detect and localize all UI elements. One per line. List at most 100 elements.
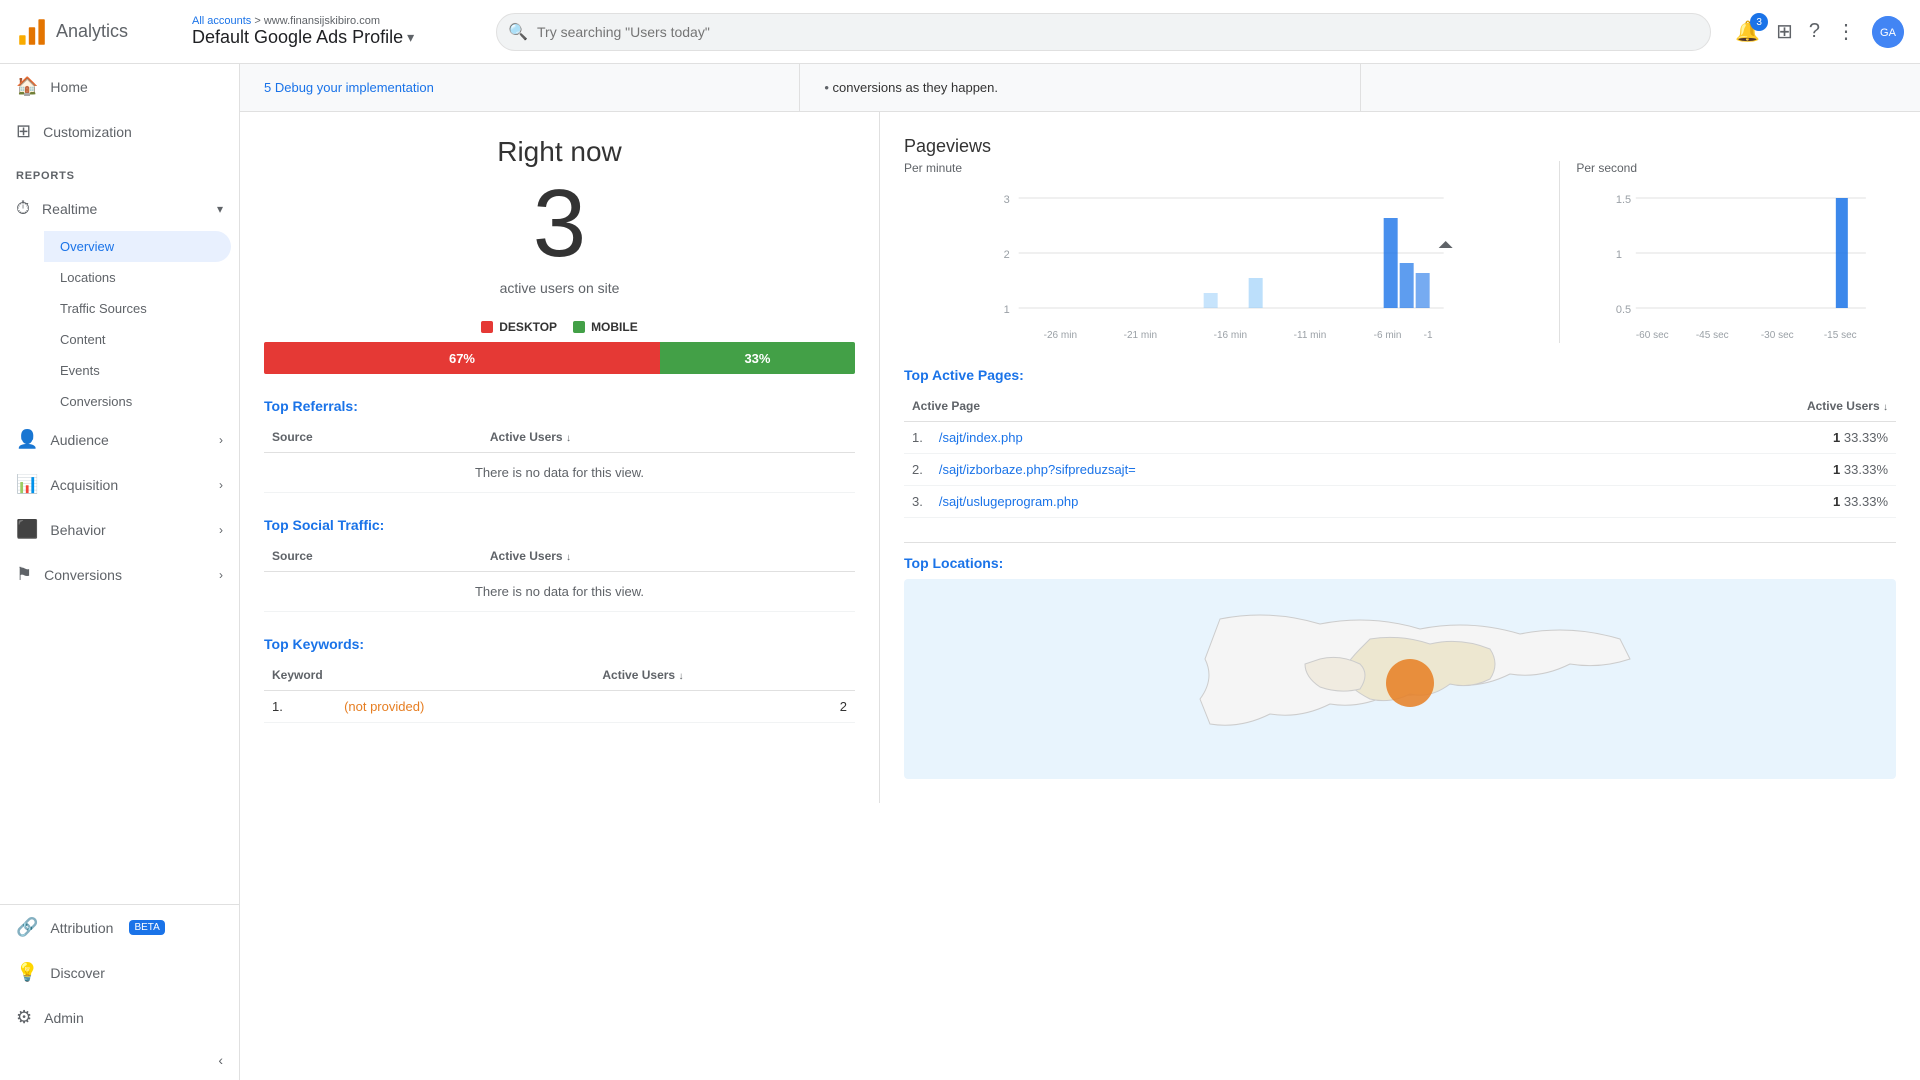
- social-source-col: Source: [264, 541, 482, 572]
- logo-text: Analytics: [56, 21, 128, 42]
- customization-icon: ⊞: [16, 121, 31, 142]
- sidebar-home-label: Home: [50, 79, 87, 95]
- sidebar-item-discover[interactable]: 💡 Discover: [0, 950, 239, 995]
- logo-area: Analytics: [16, 16, 176, 48]
- table-row: There is no data for this view.: [264, 453, 855, 493]
- admin-icon: ⚙: [16, 1007, 32, 1028]
- svg-text:1: 1: [1004, 304, 1010, 316]
- topnav-actions: 🔔 3 ⊞ ? ⋮ GA: [1735, 16, 1904, 48]
- sidebar-item-traffic-sources[interactable]: Traffic Sources: [44, 293, 239, 324]
- audience-icon: 👤: [16, 429, 38, 450]
- top-referrals-title: Top Referrals:: [264, 398, 855, 414]
- sidebar-item-home[interactable]: 🏠 Home: [0, 64, 239, 109]
- per-minute-chart-svg: 3 2 1: [904, 183, 1543, 343]
- setup-step: 5: [264, 80, 275, 95]
- page-link[interactable]: /sajt/izborbaze.php?sifpreduzsajt=: [939, 462, 1136, 477]
- breadcrumb-area: All accounts > www.finansijskibiro.com D…: [192, 15, 472, 48]
- active-users-col: Active Users ↓: [1594, 391, 1896, 422]
- active-label: active users on site: [264, 280, 855, 296]
- conversions-icon: ⚑: [16, 564, 32, 585]
- sidebar-item-customization[interactable]: ⊞ Customization: [0, 109, 239, 154]
- svg-text:-6 min: -6 min: [1374, 330, 1402, 341]
- main-content: 5 Debug your implementation • conversion…: [240, 64, 1920, 1080]
- top-locations-title: Top Locations:: [904, 542, 1896, 571]
- per-minute-label: Per minute: [904, 161, 1543, 175]
- sort-arrow-icon: ↓: [566, 433, 571, 444]
- sidebar-item-acquisition[interactable]: 📊 Acquisition ›: [0, 462, 239, 507]
- sidebar-item-locations[interactable]: Locations: [44, 262, 239, 293]
- sidebar-item-admin[interactable]: ⚙ Admin: [0, 995, 239, 1040]
- sidebar-item-conversions[interactable]: Conversions: [44, 386, 239, 417]
- help-button[interactable]: ?: [1809, 20, 1820, 43]
- sidebar-attribution-label: Attribution: [50, 920, 113, 936]
- keyword-link[interactable]: (not provided): [344, 699, 424, 714]
- top-keywords-table: Keyword Active Users ↓ 1.(not provided)2: [264, 660, 855, 723]
- apps-button[interactable]: ⊞: [1776, 19, 1793, 44]
- top-locations-section: Top Locations:: [904, 542, 1896, 779]
- sidebar-audience-label: Audience: [50, 432, 108, 448]
- sidebar-item-overview[interactable]: Overview: [44, 231, 231, 262]
- analytics-logo-icon: [16, 16, 48, 48]
- keywords-users-col: Active Users ↓: [594, 660, 855, 691]
- no-data-referrals: There is no data for this view.: [264, 453, 855, 493]
- behavior-icon: ⬛: [16, 519, 38, 540]
- sidebar-acquisition-label: Acquisition: [50, 477, 118, 493]
- profile-selector[interactable]: Default Google Ads Profile ▾: [192, 27, 472, 48]
- chevron-right-icon2: ›: [219, 478, 223, 492]
- sidebar-realtime-label: Realtime: [42, 201, 97, 217]
- right-now-label: Right now: [264, 136, 855, 168]
- home-icon: 🏠: [16, 76, 38, 97]
- svg-text:GA: GA: [1880, 27, 1897, 39]
- chevron-right-icon3: ›: [219, 523, 223, 537]
- realtime-body: Right now 3 active users on site DESKTOP…: [240, 112, 1920, 803]
- table-row: 1./sajt/index.php1 33.33%: [904, 422, 1896, 454]
- sidebar-item-conversions2[interactable]: ⚑ Conversions ›: [0, 552, 239, 597]
- sidebar-item-behavior[interactable]: ⬛ Behavior ›: [0, 507, 239, 552]
- top-keywords-title: Top Keywords:: [264, 636, 855, 652]
- svg-text:-45 sec: -45 sec: [1696, 330, 1729, 341]
- table-row: 3./sajt/uslugeprogram.php1 33.33%: [904, 486, 1896, 518]
- debug-link[interactable]: Debug your implementation: [275, 80, 434, 95]
- sort-arrow-social-icon: ↓: [566, 552, 571, 563]
- topnav: Analytics All accounts > www.finansijski…: [0, 0, 1920, 64]
- setup-cards: 5 Debug your implementation • conversion…: [240, 64, 1920, 112]
- sidebar-item-realtime[interactable]: ⏱ Realtime ▾: [0, 186, 239, 231]
- main-layout: 🏠 Home ⊞ Customization REPORTS ⏱ Realtim…: [0, 64, 1920, 1080]
- table-row: 2./sajt/izborbaze.php?sifpreduzsajt=1 33…: [904, 454, 1896, 486]
- sidebar-content-label: Content: [60, 332, 106, 347]
- page-link[interactable]: /sajt/index.php: [939, 430, 1023, 445]
- svg-text:-16 min: -16 min: [1214, 330, 1247, 341]
- device-legend: DESKTOP MOBILE: [264, 320, 855, 334]
- pageviews-title: Pageviews: [904, 136, 1896, 157]
- top-active-pages-section: Top Active Pages: Active Page Active Use…: [904, 367, 1896, 518]
- svg-text:2: 2: [1004, 249, 1010, 261]
- breadcrumb: All accounts > www.finansijskibiro.com: [192, 15, 472, 27]
- sidebar-conversions2-label: Conversions: [44, 567, 122, 583]
- page-link[interactable]: /sajt/uslugeprogram.php: [939, 494, 1078, 509]
- svg-text:-15 sec: -15 sec: [1824, 330, 1857, 341]
- top-active-pages-title: Top Active Pages:: [904, 367, 1896, 383]
- top-social-title: Top Social Traffic:: [264, 517, 855, 533]
- sidebar-item-events[interactable]: Events: [44, 355, 239, 386]
- sidebar-item-audience[interactable]: 👤 Audience ›: [0, 417, 239, 462]
- sidebar-behavior-label: Behavior: [50, 522, 105, 538]
- chevron-right-icon: ›: [219, 433, 223, 447]
- svg-text:-11 min: -11 min: [1294, 330, 1327, 341]
- sidebar-item-content[interactable]: Content: [44, 324, 239, 355]
- svg-text:-1: -1: [1424, 330, 1433, 341]
- attribution-beta-badge: BETA: [129, 920, 164, 935]
- more-button[interactable]: ⋮: [1836, 19, 1856, 44]
- svg-text:-26 min: -26 min: [1044, 330, 1077, 341]
- table-row: 1.(not provided)2: [264, 691, 855, 723]
- notifications-button[interactable]: 🔔 3: [1735, 19, 1760, 44]
- avatar[interactable]: GA: [1872, 16, 1904, 48]
- svg-text:0.5: 0.5: [1616, 304, 1631, 316]
- top-referrals-table: Source Active Users ↓ There is no data f…: [264, 422, 855, 493]
- sidebar-admin-label: Admin: [44, 1010, 84, 1026]
- breadcrumb-link[interactable]: All accounts: [192, 15, 251, 27]
- search-input[interactable]: [496, 13, 1711, 51]
- sidebar-events-label: Events: [60, 363, 100, 378]
- sidebar-item-attribution[interactable]: 🔗 Attribution BETA: [0, 905, 239, 950]
- sidebar-collapse-button[interactable]: ‹: [0, 1040, 239, 1080]
- desktop-color-swatch: [481, 321, 493, 333]
